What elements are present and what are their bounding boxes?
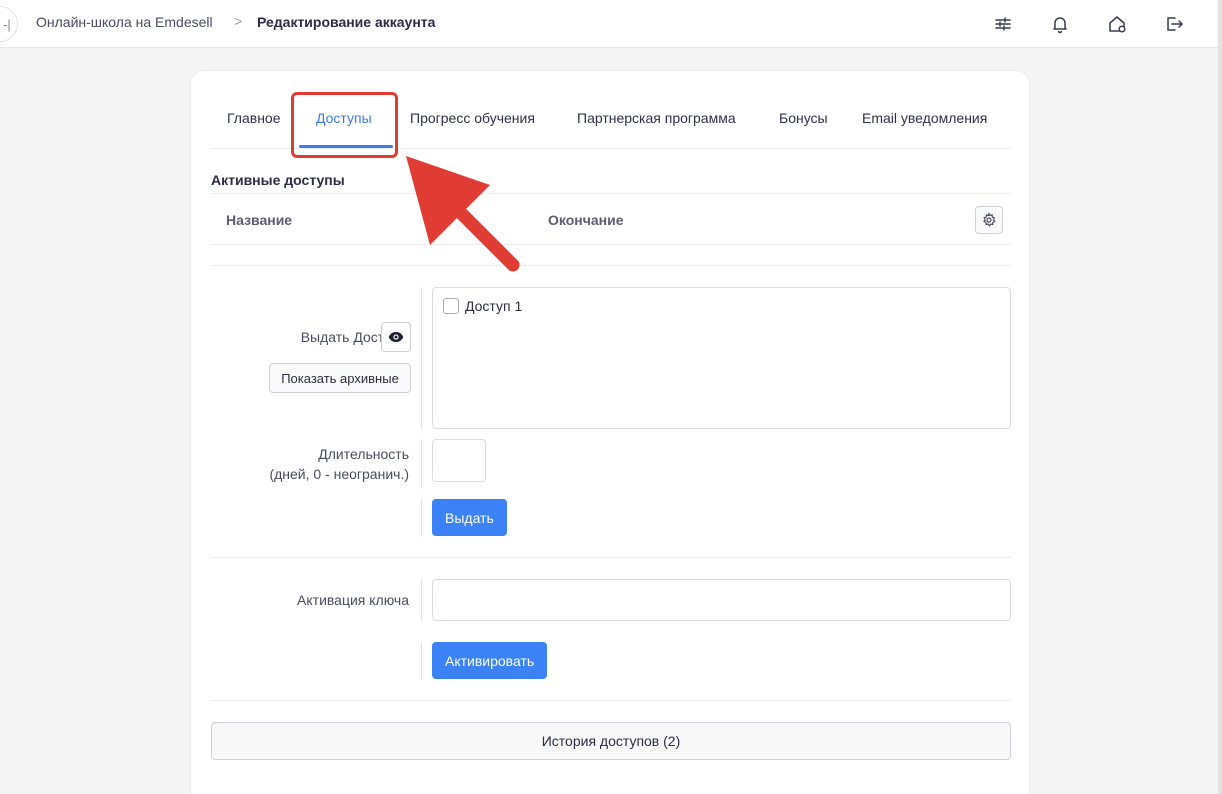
access-item-label: Доступ 1: [465, 298, 523, 314]
bell-icon[interactable]: [1048, 12, 1072, 36]
active-access-table-header: Название Окончание: [211, 193, 1011, 245]
column-header-end: Окончание: [548, 212, 624, 228]
form-divider: [421, 642, 422, 680]
annotation-highlight-box: [291, 92, 398, 158]
access-checkbox[interactable]: [443, 298, 459, 314]
tab-learning-progress[interactable]: Прогресс обучения: [410, 110, 535, 126]
column-header-name: Название: [226, 212, 293, 228]
breadcrumb-separator: >: [234, 13, 243, 29]
toggle-visibility-button[interactable]: [381, 322, 411, 352]
duration-label: Длительность: [318, 446, 409, 462]
section-divider: [211, 700, 1011, 701]
page-scrollbar[interactable]: [1218, 0, 1222, 794]
table-settings-button[interactable]: [975, 206, 1003, 234]
form-divider: [421, 439, 422, 489]
access-item[interactable]: Доступ 1: [443, 298, 522, 314]
sidebar-toggle-glyph: -|: [3, 17, 11, 32]
breadcrumb-current: Редактирование аккаунта: [257, 14, 436, 30]
eye-icon: [388, 332, 404, 342]
tab-main[interactable]: Главное: [227, 110, 281, 126]
tab-bonuses[interactable]: Бонусы: [779, 110, 828, 126]
breadcrumb-home[interactable]: Онлайн-школа на Emdesell: [36, 14, 213, 30]
form-divider: [421, 287, 422, 429]
duration-hint: (дней, 0 - неогранич.): [269, 466, 409, 482]
show-archived-button[interactable]: Показать архивные: [269, 363, 411, 393]
form-divider: [421, 499, 422, 537]
activate-button[interactable]: Активировать: [432, 642, 548, 679]
gear-icon: [983, 212, 996, 227]
home-settings-icon[interactable]: [1105, 12, 1129, 36]
key-input[interactable]: [432, 579, 1011, 621]
access-list: Доступ 1: [432, 287, 1011, 429]
tab-partner-program[interactable]: Партнерская программа: [577, 110, 736, 126]
key-activation-label: Активация ключа: [297, 592, 409, 608]
top-bar: -| Онлайн-школа на Emdesell > Редактиров…: [0, 0, 1218, 48]
active-access-title: Активные доступы: [211, 172, 345, 188]
duration-input[interactable]: [432, 439, 486, 482]
grant-button[interactable]: Выдать: [432, 499, 507, 536]
access-history-button[interactable]: История доступов (2): [211, 722, 1011, 760]
sidebar-toggle[interactable]: -|: [0, 6, 18, 42]
tab-email-notifications[interactable]: Email уведомления: [862, 110, 987, 126]
sliders-icon[interactable]: [991, 12, 1015, 36]
account-edit-card: Главное Доступы Прогресс обучения Партне…: [190, 70, 1030, 794]
section-divider: [211, 557, 1011, 558]
logout-icon[interactable]: [1162, 12, 1186, 36]
form-divider: [421, 579, 422, 621]
section-divider: [211, 265, 1011, 266]
